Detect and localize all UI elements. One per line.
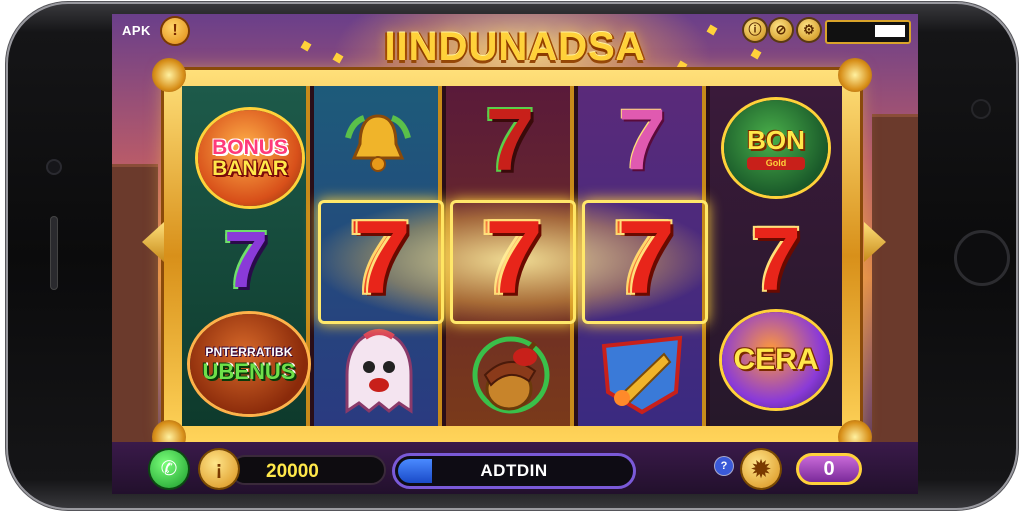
bottom-control-bar: ✆ 20000 ¡ ADTDIN ? ✹ 0	[112, 442, 918, 494]
confetti	[706, 24, 718, 36]
bon-badge-line2: Gold	[747, 156, 805, 170]
frame-ornament	[838, 58, 872, 92]
coin-icon[interactable]: ¡	[200, 450, 238, 488]
interactive-badge-line2: UBENUS	[202, 358, 296, 384]
bon-badge: BON Gold	[724, 100, 828, 196]
game-title: IINDUNADSA	[384, 25, 646, 69]
reel-1: BONUS BANAR 7 PNTERRATIBK UBENUS	[182, 86, 310, 426]
seven-symbol-label: 7	[485, 200, 543, 316]
confetti	[750, 48, 762, 60]
help-icon[interactable]: ?	[715, 457, 733, 475]
sensor-dot	[973, 101, 989, 117]
bell-icon	[338, 104, 418, 184]
mute-icon[interactable]: ⊘	[770, 19, 792, 41]
seven-symbol-highlighted: 7	[450, 202, 578, 314]
confetti	[300, 40, 312, 52]
info-icon[interactable]: ⓘ	[744, 19, 766, 41]
interactive-badge-line1: PNTERRATIBK	[205, 344, 293, 359]
bonus-badge-line2: BANAR	[212, 157, 288, 180]
action-button-label: ADTDIN	[480, 461, 548, 480]
ghost-icon	[334, 324, 424, 420]
balance-display: 20000	[230, 455, 386, 485]
reel-area: BONUS BANAR 7 PNTERRATIBK UBENUS 7 7 BON…	[182, 86, 842, 426]
rocket-icon	[596, 326, 688, 422]
seven-symbol-highlighted: 7	[582, 202, 710, 314]
reel-5: BON Gold 7 CERA	[710, 86, 842, 426]
seven-symbol-label: 7	[750, 210, 802, 310]
bon-badge-line1: BON	[747, 124, 805, 155]
progress-bar	[825, 20, 911, 44]
action-button[interactable]: ADTDIN	[392, 453, 636, 489]
gear-icon[interactable]: ⚙	[798, 19, 820, 41]
speaker-grille	[50, 216, 58, 290]
seven-symbol-label: 7	[353, 200, 411, 316]
settings-gear-icon[interactable]: ✹	[742, 450, 780, 488]
seven-symbol: 7	[446, 90, 574, 190]
bonus-badge-line1: BONUS	[212, 136, 288, 159]
building-left	[112, 164, 158, 467]
apk-label: APK	[122, 23, 151, 38]
seven-symbol-label: 7	[485, 90, 535, 189]
phone-icon[interactable]: ✆	[150, 450, 188, 488]
bonus-badge: BONUS BANAR	[198, 110, 302, 206]
seven-symbol-label: 7	[618, 92, 666, 188]
seven-symbol: 7	[578, 90, 706, 190]
frame-ornament	[152, 58, 186, 92]
seven-symbol: 7	[182, 212, 310, 308]
cera-badge-label: CERA	[733, 343, 819, 376]
seven-symbol: 7	[710, 210, 842, 310]
seven-symbol-highlighted: 7	[318, 202, 446, 314]
home-button[interactable]	[954, 230, 1010, 286]
counter-badge[interactable]: 0	[796, 453, 862, 485]
cera-badge: CERA	[722, 312, 830, 408]
interactive-bonus-badge: PNTERRATIBK UBENUS	[190, 314, 308, 414]
acorn-icon	[466, 326, 556, 422]
front-camera	[46, 159, 62, 175]
seven-symbol-label: 7	[223, 215, 269, 304]
seven-symbol-label: 7	[617, 200, 675, 316]
progress-bar-fill	[875, 25, 905, 37]
game-screen: APK ! IINDUNADSA ⓘ ⊘ ⚙ BONUS BANAR 7 PNT…	[112, 14, 918, 494]
building-right	[872, 114, 918, 457]
alert-icon[interactable]: !	[162, 18, 188, 44]
reel-frame: BONUS BANAR 7 PNTERRATIBK UBENUS 7 7 BON…	[152, 58, 872, 454]
